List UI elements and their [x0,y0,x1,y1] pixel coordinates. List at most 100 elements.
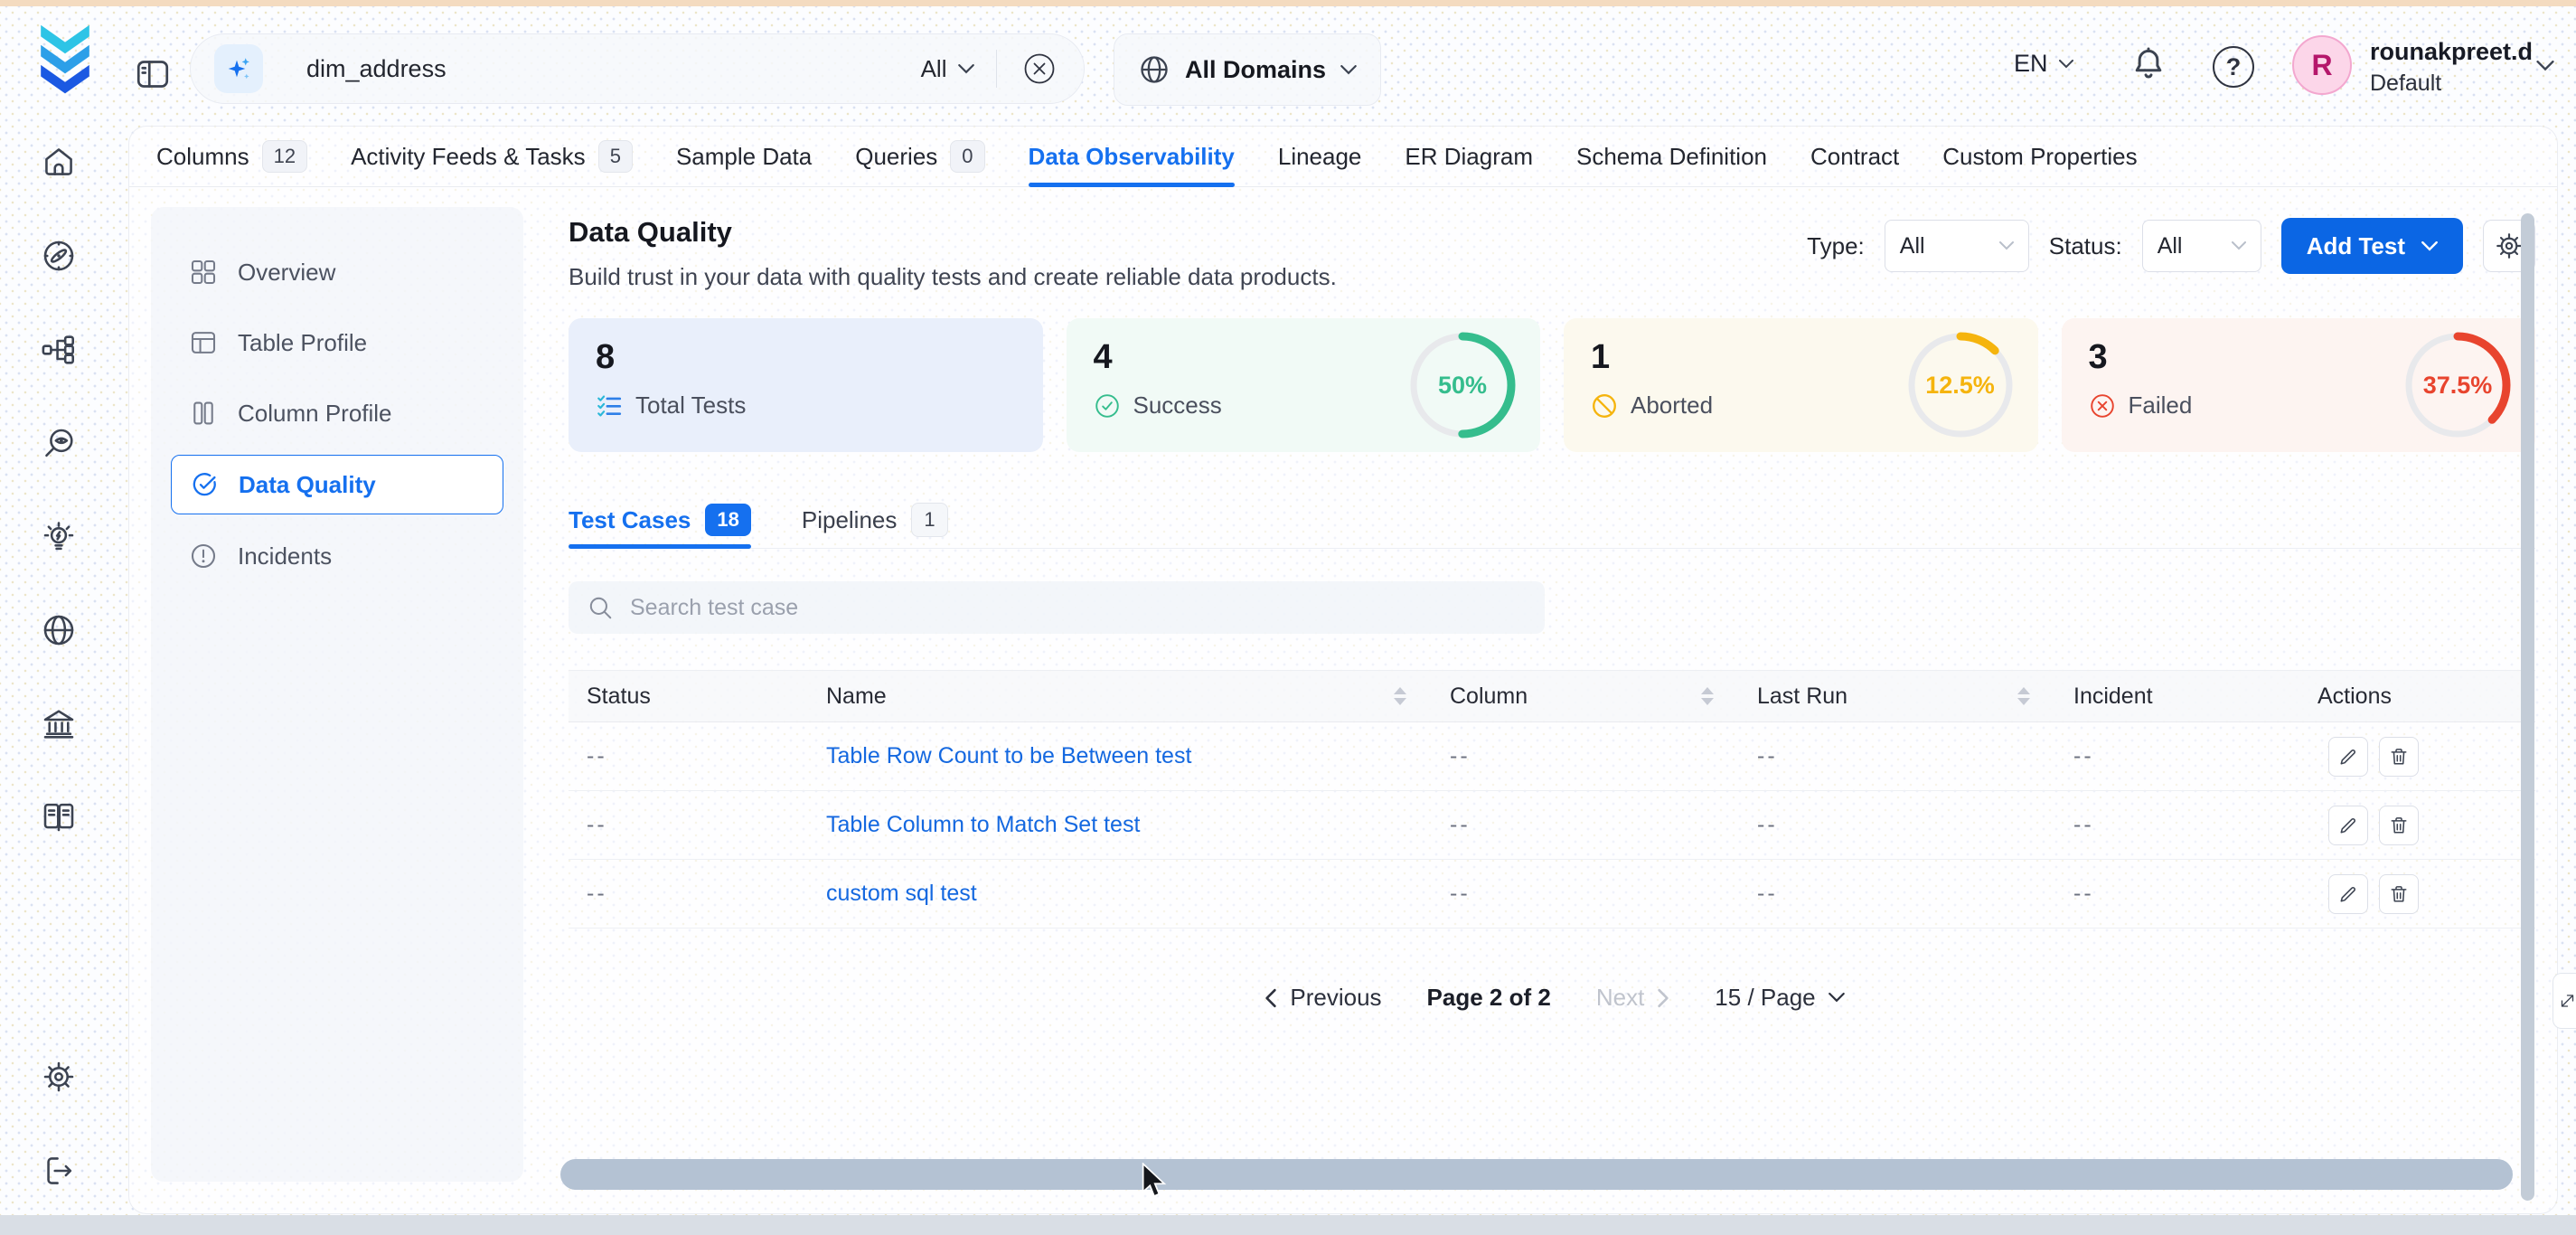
trash-icon [2388,815,2410,836]
page-indicator: Page 2 of 2 [1427,984,1551,1012]
cell-status: -- [569,812,808,838]
table-icon [189,328,218,357]
success-check-icon [1094,392,1121,420]
sidenav-item-table-profile[interactable]: Table Profile [171,314,503,372]
tab-schema-definition[interactable]: Schema Definition [1576,127,1767,186]
pencil-icon [2337,815,2359,836]
tab-contract[interactable]: Contract [1810,127,1899,186]
sort-icon[interactable] [2017,687,2030,705]
success-ring: 50% [1408,331,1517,439]
test-case-link[interactable]: custom sql test [826,881,977,907]
alert-circle-icon [189,542,218,570]
insights-bulb-icon[interactable] [41,520,77,556]
tab-columns[interactable]: Columns12 [156,127,307,186]
search-scope-dropdown[interactable]: All [921,55,974,83]
help-button[interactable]: ? [2213,46,2254,88]
notifications-button[interactable] [2128,44,2169,86]
vertical-scrollbar[interactable] [2521,213,2534,1201]
user-menu[interactable]: rounakpreet.d Default [2370,37,2533,97]
status-filter-select[interactable]: All [2142,220,2261,272]
pencil-icon [2337,746,2359,768]
failed-x-icon [2089,392,2116,420]
gear-icon [2494,231,2524,261]
cell-status: -- [569,743,808,769]
sidenav-item-column-profile[interactable]: Column Profile [171,384,503,442]
chevron-left-icon [1264,988,1277,1008]
collapsed-side-widget[interactable] [2552,973,2576,1029]
window-top-strip [0,0,2576,6]
edit-button[interactable] [2328,874,2368,914]
failed-ring: 37.5% [2403,331,2512,439]
table-row: -- custom sql test -- -- -- [569,860,2535,929]
checklist-icon [596,392,623,420]
edit-button[interactable] [2328,737,2368,777]
sort-icon[interactable] [1701,687,1714,705]
column-header-incident: Incident [2055,683,2299,710]
question-mark-icon: ? [2226,53,2242,81]
delete-button[interactable] [2379,874,2419,914]
sidenav-item-incidents[interactable]: Incidents [171,527,503,585]
edit-button[interactable] [2328,806,2368,845]
domains-selector[interactable]: All Domains [1114,33,1381,106]
language-selector[interactable]: EN [2014,50,2073,78]
lineage-flow-icon[interactable] [41,332,77,368]
logout-icon[interactable] [41,1153,77,1189]
tab-test-cases[interactable]: Test Cases 18 [569,492,751,548]
add-test-button[interactable]: Add Test [2281,218,2463,274]
previous-page-button[interactable]: Previous [1259,983,1387,1013]
domains-globe-icon[interactable] [41,612,77,648]
test-case-link[interactable]: Table Column to Match Set test [826,812,1140,838]
tab-lineage[interactable]: Lineage [1278,127,1362,186]
column-header-name[interactable]: Name [808,683,1432,710]
top-bar: All All Domains EN ? [0,6,2576,126]
horizontal-scrollbar[interactable] [560,1159,2513,1190]
columns-icon [189,399,218,428]
tab-pipelines[interactable]: Pipelines 1 [802,492,948,548]
aborted-card: 1 Aborted 12.5% [1564,318,2038,452]
sidenav-item-overview[interactable]: Overview [171,243,503,301]
explore-compass-icon[interactable] [41,238,77,274]
governance-bank-icon[interactable] [41,706,77,742]
profiler-observability-icon[interactable] [41,426,77,462]
tab-queries[interactable]: Queries0 [855,127,984,186]
app-logo-icon[interactable] [31,21,99,95]
sort-icon[interactable] [1394,687,1406,705]
sidebar-toggle-button[interactable] [134,55,172,93]
sidenav-item-data-quality[interactable]: Data Quality [171,455,503,514]
header-controls: Type: All Status: All Add Test [1807,218,2535,274]
column-header-last-run[interactable]: Last Run [1739,683,2055,710]
global-search-bar[interactable]: All [190,33,1085,104]
type-filter-select[interactable]: All [1885,220,2029,272]
tab-custom-properties[interactable]: Custom Properties [1942,127,2137,186]
delete-button[interactable] [2379,806,2419,845]
chevron-right-icon [1657,988,1669,1008]
tab-er-diagram[interactable]: ER Diagram [1405,127,1533,186]
tab-activity-feeds[interactable]: Activity Feeds & Tasks5 [351,127,633,186]
test-case-link[interactable]: Table Row Count to be Between test [826,743,1191,769]
home-icon[interactable] [41,144,77,180]
next-page-button[interactable]: Next [1591,983,1675,1013]
glossary-book-icon[interactable] [41,798,77,834]
check-circle-icon [190,470,219,499]
observability-content: Overview Table Profile Column Profile Da… [129,187,2557,1182]
delete-button[interactable] [2379,737,2419,777]
sidenav-label: Data Quality [239,471,376,499]
settings-gear-icon[interactable] [41,1059,77,1095]
page-size-select[interactable]: 15 / Page [1715,984,1844,1012]
success-card: 4 Success 50% [1067,318,1541,452]
sidenav-label: Column Profile [238,400,392,428]
user-avatar[interactable]: R [2292,35,2352,95]
tab-sample-data[interactable]: Sample Data [676,127,812,186]
test-case-search-input[interactable] [628,594,1527,622]
test-case-search[interactable] [569,581,1545,634]
global-search-input[interactable] [305,54,921,84]
tab-data-observability[interactable]: Data Observability [1029,127,1235,186]
sidenav-label: Incidents [238,542,332,570]
status-filter-label: Status: [2049,232,2122,260]
user-menu-chevron-icon[interactable] [2536,61,2554,71]
entity-detail-panel: Columns12 Activity Feeds & Tasks5 Sample… [128,126,2558,1214]
column-header-column[interactable]: Column [1432,683,1739,710]
summary-cards: 8 Total Tests 4 Success 50% [569,318,2535,452]
app-rail [0,126,128,1215]
clear-search-icon[interactable] [1019,48,1060,90]
